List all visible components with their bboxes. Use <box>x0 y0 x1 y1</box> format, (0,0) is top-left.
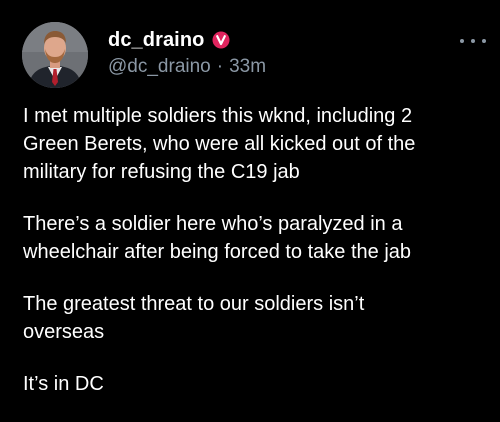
post-paragraph: I met multiple soldiers this wknd, inclu… <box>23 105 416 183</box>
avatar-image <box>22 22 88 88</box>
post-card: dc_draino @dc_draino · 33m I met multipl… <box>0 0 500 420</box>
more-dot <box>471 39 475 43</box>
avatar[interactable] <box>22 22 88 88</box>
name-row: dc_draino <box>108 27 230 53</box>
more-dot <box>482 39 486 43</box>
more-dot <box>460 39 464 43</box>
verified-badge-icon <box>212 31 230 49</box>
more-options-icon[interactable] <box>460 34 486 48</box>
post-body: I met multiple soldiers this wknd, inclu… <box>23 102 488 422</box>
post-timestamp[interactable]: 33m <box>229 56 266 78</box>
user-handle[interactable]: @dc_draino <box>108 56 211 78</box>
post-paragraph: There’s a soldier here who’s paralyzed i… <box>23 213 412 263</box>
post-paragraph: The greatest threat to our soldiers isn’… <box>23 293 365 343</box>
handle-row: @dc_draino · 33m <box>108 56 266 78</box>
display-name[interactable]: dc_draino <box>108 29 204 52</box>
post-paragraph: It’s in DC <box>23 373 104 395</box>
separator-dot: · <box>216 56 224 77</box>
